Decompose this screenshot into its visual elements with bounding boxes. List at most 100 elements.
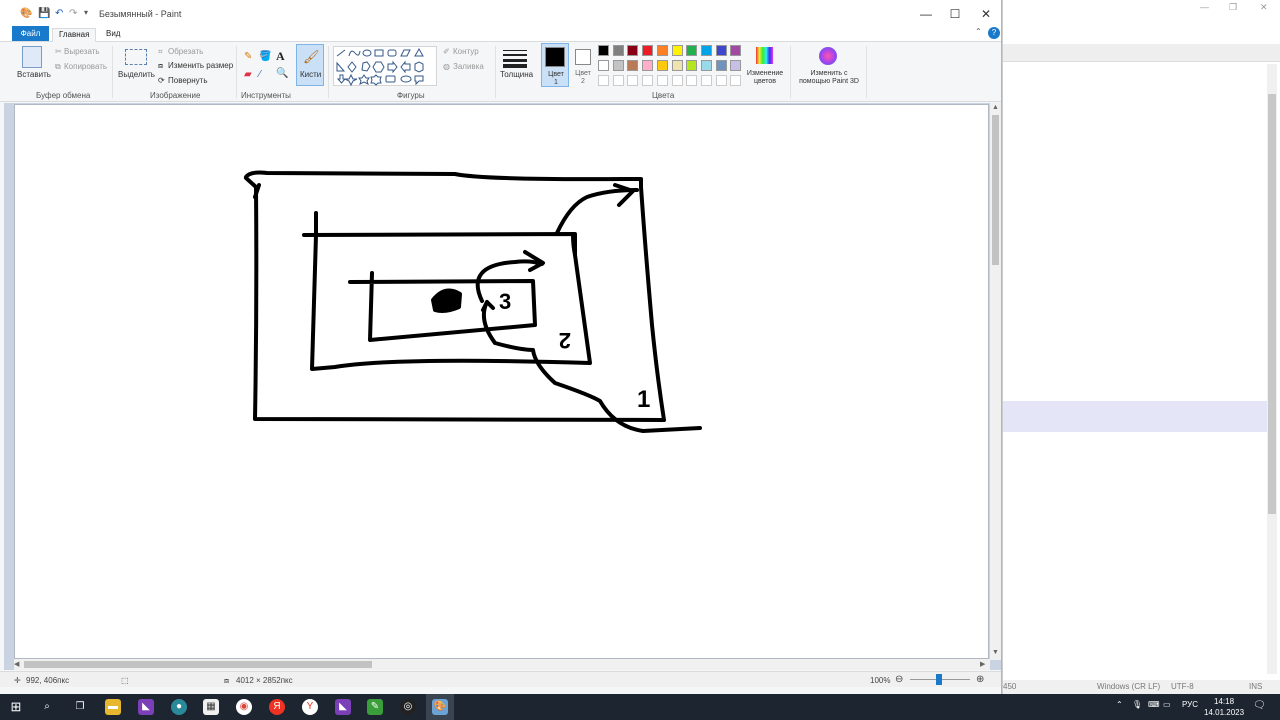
eraser-icon[interactable]: ▰: [244, 70, 252, 80]
zoom-slider-thumb[interactable]: [936, 674, 942, 685]
redo-icon[interactable]: ↷: [69, 8, 77, 19]
horizontal-scroll-thumb[interactable]: [24, 661, 372, 668]
size-button[interactable]: Толщина: [500, 70, 533, 79]
horizontal-scrollbar[interactable]: ◀ ▶: [14, 659, 990, 670]
cut-button[interactable]: Вырезать: [64, 47, 100, 56]
color-picker-icon[interactable]: ⁄: [259, 70, 261, 80]
task-view-icon[interactable]: ❐: [72, 699, 88, 715]
search-icon[interactable]: ⌕: [39, 699, 55, 715]
cut-icon[interactable]: ✂: [55, 47, 62, 56]
color-swatch[interactable]: [598, 45, 609, 56]
color-swatch[interactable]: [598, 60, 609, 71]
bg-maximize-icon[interactable]: ❐: [1229, 2, 1237, 13]
vertical-scrollbar[interactable]: ▲ ▼: [990, 103, 1001, 660]
help-icon[interactable]: ?: [988, 27, 1000, 39]
color-swatch[interactable]: [656, 45, 668, 56]
copy-icon[interactable]: ⧉: [55, 62, 61, 72]
color-swatch[interactable]: [627, 60, 639, 71]
color-swatch[interactable]: [715, 60, 727, 71]
paint3d-button[interactable]: Изменить с помощью Paint 3D: [796, 70, 862, 86]
color-swatch[interactable]: [642, 75, 654, 86]
crop-button[interactable]: Обрезать: [168, 47, 203, 56]
edit-colors-button[interactable]: Изменение цветов: [742, 70, 788, 86]
color-swatch[interactable]: [671, 75, 683, 86]
vertical-scroll-thumb[interactable]: [992, 115, 999, 265]
paste-button[interactable]: Вставить: [17, 70, 51, 79]
scroll-up-icon[interactable]: ▲: [992, 104, 999, 111]
color-swatch[interactable]: [656, 60, 668, 71]
size-icon[interactable]: [503, 48, 527, 68]
color-swatch[interactable]: [642, 45, 654, 56]
color-swatch[interactable]: [715, 75, 727, 86]
microphone-icon[interactable]: 🎙: [1132, 700, 1142, 709]
color-swatch[interactable]: [671, 60, 683, 71]
bg-minimize-icon[interactable]: —: [1200, 2, 1209, 12]
scroll-left-icon[interactable]: ◀: [14, 660, 19, 668]
resize-button[interactable]: Изменить размер: [168, 61, 233, 70]
select-button[interactable]: Выделить: [118, 70, 155, 79]
clock[interactable]: 14:18 14.01.2023: [1204, 696, 1244, 718]
fill-shape-icon[interactable]: ◍: [443, 62, 450, 71]
file-menu[interactable]: Файл: [12, 26, 49, 41]
visual-studio-icon[interactable]: ◣: [138, 699, 154, 715]
select-icon[interactable]: [125, 49, 147, 65]
color2-label[interactable]: Цвет 2: [575, 70, 591, 86]
edit-colors-icon[interactable]: [756, 47, 773, 64]
color-swatch[interactable]: [612, 60, 624, 71]
shapes-gallery[interactable]: [333, 46, 437, 87]
collapse-ribbon-icon[interactable]: ⌃: [975, 28, 982, 36]
color-swatch[interactable]: [715, 45, 727, 56]
background-scrollbar[interactable]: [1267, 64, 1277, 674]
color-swatch[interactable]: [686, 45, 698, 56]
save-icon[interactable]: 💾: [38, 8, 50, 19]
maximize-icon[interactable]: ☐: [946, 5, 964, 23]
yandex-icon[interactable]: Я: [269, 699, 285, 715]
visual-studio-icon[interactable]: ◣: [335, 699, 351, 715]
drawing-canvas[interactable]: 3 2 1: [14, 104, 989, 659]
language-indicator[interactable]: РУС: [1182, 700, 1198, 709]
paint3d-icon[interactable]: [819, 47, 837, 65]
fill-shape-button[interactable]: Заливка: [453, 62, 484, 71]
yandex-browser-icon[interactable]: Y: [302, 699, 318, 715]
tab-home[interactable]: Главная: [52, 28, 97, 42]
obs-icon[interactable]: ◎: [400, 699, 416, 715]
color-swatch[interactable]: [686, 60, 698, 71]
windows-start-icon[interactable]: ⊞: [8, 699, 24, 715]
text-icon[interactable]: A: [276, 50, 285, 62]
undo-icon[interactable]: ↶: [55, 8, 63, 19]
file-explorer-icon[interactable]: ▬: [105, 699, 121, 715]
display-icon[interactable]: ▭: [1163, 700, 1171, 709]
zoom-in-icon[interactable]: ⊕: [976, 674, 984, 685]
color-swatch[interactable]: [627, 45, 639, 56]
outline-icon[interactable]: ✐: [443, 47, 450, 56]
outline-button[interactable]: Контур: [453, 47, 479, 56]
rotate-icon[interactable]: ⟳: [158, 76, 165, 85]
brushes-button[interactable]: 🖌 Кисти: [296, 44, 324, 86]
notepadpp-icon[interactable]: ✎: [367, 699, 383, 715]
resize-icon[interactable]: ⧈: [158, 61, 163, 71]
color-swatch[interactable]: [671, 45, 683, 56]
rotate-button[interactable]: Повернуть: [168, 76, 208, 85]
scroll-down-icon[interactable]: ▼: [992, 649, 999, 656]
magnifier-icon[interactable]: 🔍: [276, 69, 288, 79]
notifications-icon[interactable]: 🗨: [1253, 700, 1266, 711]
color-swatch[interactable]: [612, 75, 624, 86]
tray-overflow-icon[interactable]: ⌃: [1116, 700, 1123, 709]
color-swatch[interactable]: [730, 45, 742, 56]
scroll-right-icon[interactable]: ▶: [980, 660, 985, 668]
chrome-icon[interactable]: ◉: [236, 699, 252, 715]
fill-icon[interactable]: 🪣: [259, 52, 271, 62]
color-swatch[interactable]: [730, 60, 742, 71]
copy-button[interactable]: Копировать: [64, 62, 107, 71]
close-icon[interactable]: ✕: [977, 5, 995, 23]
color-swatch[interactable]: [730, 75, 742, 86]
bg-close-icon[interactable]: ✕: [1260, 2, 1268, 13]
color-swatch[interactable]: [700, 45, 712, 56]
color-swatch[interactable]: [627, 75, 639, 86]
color-swatch[interactable]: [612, 45, 624, 56]
tab-view[interactable]: Вид: [100, 28, 126, 40]
crop-icon[interactable]: ⌗: [158, 47, 163, 57]
quick-access-dropdown-icon[interactable]: ▾: [84, 8, 88, 17]
app-icon[interactable]: ●: [171, 699, 187, 715]
zoom-out-icon[interactable]: ⊖: [895, 674, 903, 685]
